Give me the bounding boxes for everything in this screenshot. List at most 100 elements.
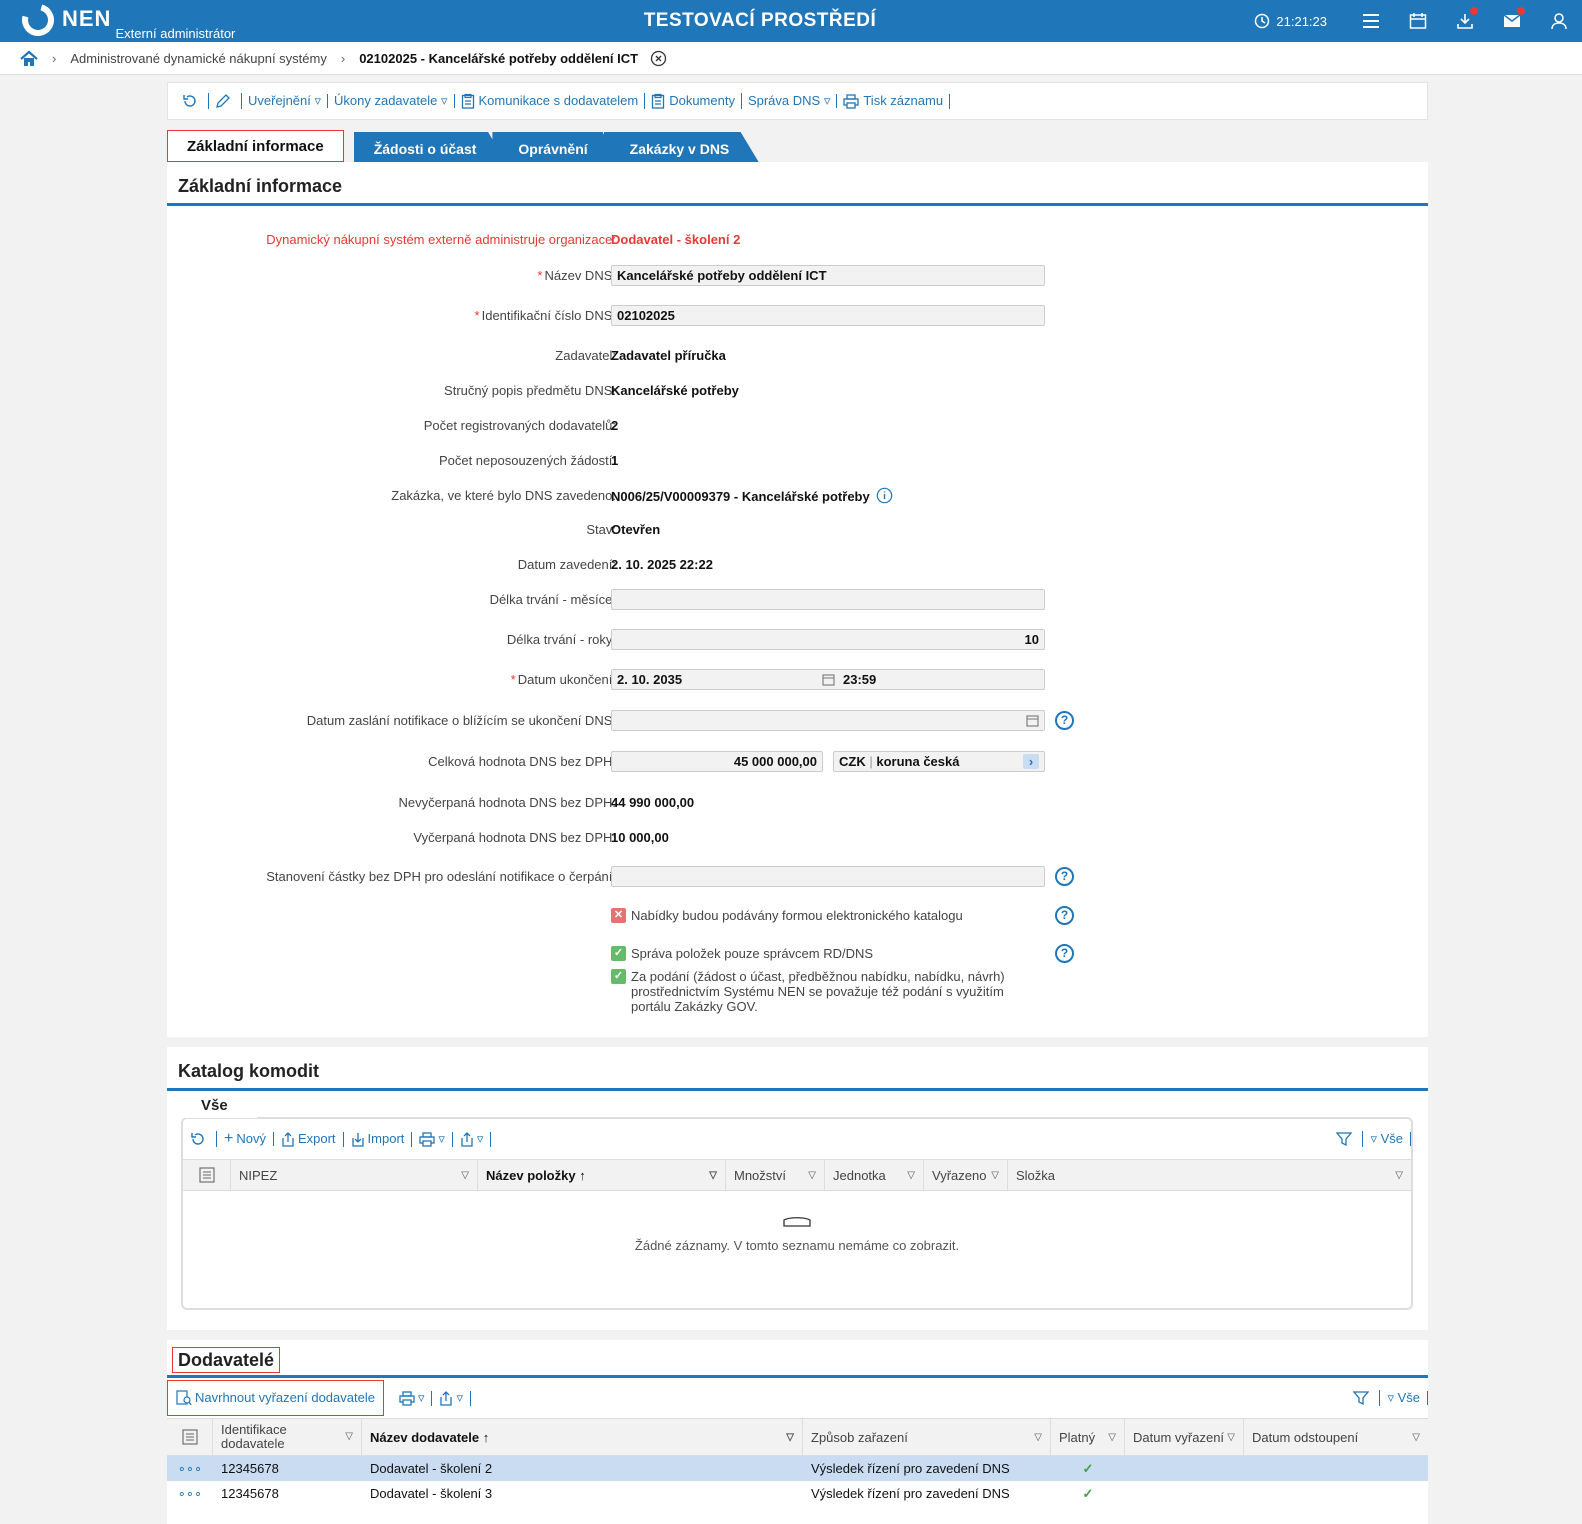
description-label: Stručný popis předmětu DNS:	[444, 382, 616, 398]
column-item-name[interactable]: Název položky ↑ ▽	[478, 1160, 726, 1190]
row-menu-icon[interactable]: ∘∘∘	[167, 1486, 213, 1502]
supplier-name-cell: Dodavatel - školení 2	[370, 1461, 493, 1476]
import-icon	[351, 1132, 364, 1147]
calendar-button[interactable]	[1394, 0, 1441, 42]
section-title: Základní informace	[167, 162, 1428, 206]
print-menu[interactable]: ▿	[412, 1131, 453, 1147]
breadcrumb: › Administrované dynamické nákupní systé…	[0, 42, 1582, 75]
refresh-button[interactable]	[183, 1131, 217, 1147]
share-icon	[461, 1131, 473, 1147]
help-icon[interactable]: ?	[1055, 710, 1074, 730]
column-quantity[interactable]: Množství ▽	[726, 1160, 825, 1190]
menu-button[interactable]	[1347, 0, 1394, 42]
column-valid[interactable]: Platný ▽	[1051, 1419, 1125, 1455]
description-value: Kancelářské potřeby	[611, 382, 739, 398]
help-icon[interactable]: ?	[1055, 905, 1074, 925]
share-menu[interactable]: ▿	[453, 1131, 492, 1147]
import-button[interactable]: Import	[344, 1131, 413, 1147]
notification-date-input[interactable]	[611, 709, 1045, 731]
column-folder[interactable]: Složka ▽	[1008, 1160, 1411, 1190]
user-button[interactable]	[1535, 0, 1582, 42]
tab-permissions[interactable]: Oprávnění	[492, 132, 618, 163]
download-icon	[1456, 14, 1473, 29]
chevron-right-icon: ›	[1023, 753, 1039, 769]
view-select[interactable]: ▿ Vše	[1380, 1391, 1428, 1405]
supplier-id-cell: 12345678	[221, 1461, 279, 1476]
export-button[interactable]: Export	[274, 1131, 344, 1147]
printer-icon	[399, 1390, 415, 1406]
duration-years-input[interactable]: 10	[611, 628, 1045, 650]
checkbox-item-management[interactable]: ✓ Správa položek pouze správcem RD/DNS	[611, 945, 873, 961]
edit-button[interactable]	[209, 93, 242, 109]
suppliers-panel: Dodavatelé Navrhnout vyřazení dodavatele…	[167, 1340, 1428, 1524]
refresh-button[interactable]	[176, 93, 209, 109]
draw-limit-input[interactable]	[611, 865, 1045, 887]
total-value-label: Celková hodnota DNS bez DPH:	[428, 753, 616, 769]
end-datetime-input[interactable]: 2. 10. 2035 23:59	[611, 668, 1045, 690]
column-settings-button[interactable]	[167, 1419, 213, 1455]
notification-date-label: Datum zaslání notifikace o blížícím se u…	[306, 712, 616, 728]
refresh-icon	[183, 95, 196, 107]
calendar-icon	[1026, 714, 1039, 727]
check-icon: ✓	[611, 945, 626, 961]
duration-months-input[interactable]	[611, 588, 1045, 610]
clipboard-icon	[652, 93, 665, 109]
refresh-icon	[191, 1133, 204, 1145]
contracting-actions-menu[interactable]: Úkony zadavatele ▿	[328, 94, 455, 108]
unused-value: 44 990 000,00	[611, 794, 695, 810]
table-row[interactable]: ∘∘∘ 12345678 Dodavatel - školení 2 Výsle…	[167, 1456, 1428, 1481]
downloads-button[interactable]	[1441, 0, 1488, 42]
column-unit[interactable]: Jednotka ▽	[825, 1160, 924, 1190]
inclusion-mode-cell: Výsledek řízení pro zavedení DNS	[811, 1461, 1010, 1476]
propose-exclusion-button[interactable]: Navrhnout vyřazení dodavatele	[167, 1380, 384, 1416]
tab-dns-orders[interactable]: Zakázky v DNS	[603, 132, 760, 163]
breadcrumb-dns-list[interactable]: Administrované dynamické nákupní systémy	[70, 51, 327, 66]
print-record-button[interactable]: Tisk záznamu	[837, 93, 951, 109]
total-value-input[interactable]: 45 000 000,00	[611, 750, 823, 772]
column-excluded[interactable]: Vyřazeno ▽	[924, 1160, 1008, 1190]
publish-menu[interactable]: Uveřejnění ▿	[242, 94, 329, 108]
column-supplier-name[interactable]: Název dodavatele ↑ ▽	[362, 1419, 803, 1455]
info-icon[interactable]	[876, 487, 893, 504]
dns-management-menu[interactable]: Správa DNS ▿	[742, 94, 838, 108]
dns-id-input[interactable]: 02102025	[611, 304, 1045, 326]
filter-button[interactable]	[1346, 1390, 1381, 1406]
column-exclusion-date[interactable]: Datum vyřazení ▽	[1125, 1419, 1244, 1455]
contractor-label: Zadavatel:	[555, 347, 616, 363]
checkbox-gov-portal[interactable]: ✓ Za podání (žádost o účast, předběžnou n…	[611, 968, 1041, 1014]
checkbox-e-catalog[interactable]: ✕ Nabídky budou podávány formou elektroni…	[611, 907, 963, 923]
origin-order-label: Zakázka, ve které bylo DNS zavedeno:	[391, 487, 616, 503]
column-supplier-id[interactable]: Identifikace dodavatele ▽	[213, 1419, 362, 1455]
documents-button[interactable]: Dokumenty	[645, 93, 742, 109]
currency-select[interactable]: CZK | koruna česká ›	[833, 750, 1045, 772]
dns-id-label: * Identifikační číslo DNS:	[474, 307, 616, 323]
unused-value-label: Nevyčerpaná hodnota DNS bez DPH:	[398, 794, 616, 810]
row-menu-icon[interactable]: ∘∘∘	[167, 1461, 213, 1477]
home-icon[interactable]	[20, 50, 38, 67]
chevron-right-icon: ›	[340, 50, 346, 66]
export-icon	[282, 1131, 294, 1147]
new-item-button[interactable]: + Nový	[217, 1131, 274, 1147]
share-menu[interactable]: ▿	[432, 1390, 472, 1406]
clock-icon	[1255, 13, 1270, 29]
column-nipez[interactable]: NIPEZ ▽	[231, 1160, 478, 1190]
tab-participation-requests[interactable]: Žádosti o účast	[353, 132, 507, 163]
view-select[interactable]: ▿ Vše	[1363, 1132, 1411, 1146]
notification-dot	[1517, 7, 1525, 15]
table-row[interactable]: ∘∘∘ 12345678 Dodavatel - školení 3 Výsle…	[167, 1481, 1428, 1506]
column-settings-button[interactable]	[183, 1160, 231, 1190]
column-inclusion-mode[interactable]: Způsob zařazení ▽	[803, 1419, 1051, 1455]
supplier-communication-button[interactable]: Komunikace s dodavatelem	[455, 93, 646, 109]
user-icon	[1550, 13, 1567, 30]
dns-name-input[interactable]: Kancelářské potřeby oddělení ICT	[611, 264, 1045, 286]
messages-button[interactable]	[1488, 0, 1535, 42]
tab-all[interactable]: Vše	[185, 1093, 258, 1118]
column-withdrawal-date[interactable]: Datum odstoupení ▽	[1244, 1419, 1428, 1455]
tab-basic-info[interactable]: Základní informace	[167, 130, 344, 162]
filter-button[interactable]	[1329, 1131, 1364, 1147]
print-menu[interactable]: ▿	[392, 1390, 433, 1406]
help-icon[interactable]: ?	[1055, 866, 1074, 886]
close-icon[interactable]	[650, 50, 667, 67]
help-icon[interactable]: ?	[1055, 943, 1074, 963]
record-tabs: Základní informace Žádosti o účast Opráv…	[167, 130, 760, 163]
